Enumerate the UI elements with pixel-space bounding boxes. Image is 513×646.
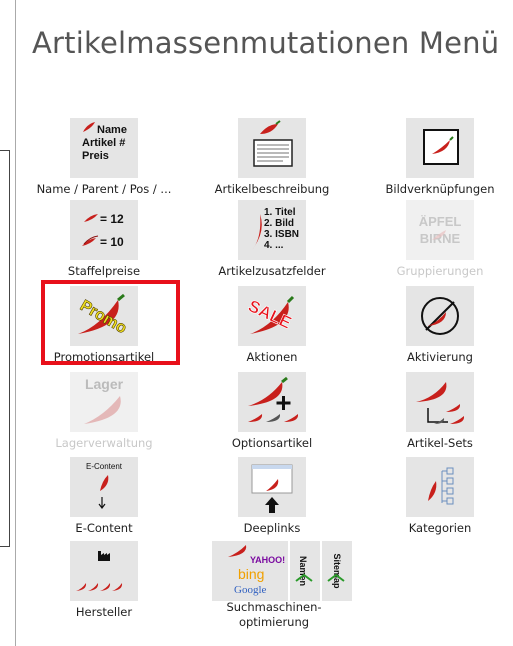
svg-text:bing: bing [238,566,264,582]
icon-text-12: = 12 [100,212,124,226]
tile-label: Promotionsartikel [53,350,155,364]
manufacturer-icon [70,541,138,601]
svg-text:ÄPFEL: ÄPFEL [419,214,462,229]
svg-text:3. ISBN: 3. ISBN [264,229,299,240]
svg-text:YAHOO!: YAHOO! [250,555,285,565]
svg-text:Google: Google [234,584,267,596]
categories-icon [406,457,474,517]
tile-label: Gruppierungen [396,264,484,278]
left-frame-border [0,150,10,547]
deeplinks-icon [238,457,306,517]
tile-label: Kategorien [408,521,472,535]
e-content-icon: E-Content [70,457,138,517]
tile-label: Artikelzusatzfelder [218,264,326,278]
page-title: Artikelmassenmutationen Menü [32,26,500,60]
svg-text:4. ...: 4. ... [264,240,284,251]
icon-text-artikel: Artikel # [82,137,125,149]
svg-text:BIRNE: BIRNE [420,231,461,246]
tile-label: Suchmaschinen-optimierung [226,600,322,629]
tiered-prices-icon: = 12 = 10 [70,200,138,260]
warehouse-icon: Lager [70,372,138,432]
option-article-icon [238,372,306,432]
additional-fields-icon: 1. Titel 2. Bild 3. ISBN 4. ... [238,200,306,260]
icon-text-preis: Preis [82,150,109,162]
article-sets-icon [406,372,474,432]
tile-label: Deeplinks [243,521,301,535]
activation-icon [406,286,474,346]
tile-label: Artikel-Sets [407,436,473,450]
tile-label: Lagerverwaltung [55,436,153,450]
tile-label: Staffelpreise [67,264,141,278]
tile-label: Optionsartikel [231,436,313,450]
name-article-icon: Name Artikel # Preis [70,118,138,178]
sale-icon: SALE [238,286,306,346]
grouping-icon: ÄPFEL BIRNE [406,200,474,260]
tile-label: Aktionen [246,350,298,364]
svg-text:Sitemap: Sitemap [332,553,342,589]
tile-label: Bildverknüpfungen [385,182,495,196]
icon-text-name: Name [97,124,127,136]
image-link-icon [406,118,474,178]
svg-text:2. Bild: 2. Bild [264,218,294,229]
svg-text:1. Titel: 1. Titel [264,207,296,218]
tile-label: E-Content [75,521,133,535]
svg-text:E-Content: E-Content [86,462,123,471]
tile-label: Name / Parent / Pos / ... [36,182,172,196]
seo-icon: YAHOO! bing Google Namen Sitemap [212,541,358,601]
article-description-icon [238,118,306,178]
tile-label: Artikelbeschreibung [214,182,330,196]
promo-icon: Promo [70,286,138,346]
svg-text:Namen: Namen [298,556,308,586]
tile-label: Hersteller [75,605,133,619]
icon-text-10: = 10 [100,235,124,249]
tile-label: Aktivierung [407,350,473,364]
svg-text:Lager: Lager [85,376,124,392]
